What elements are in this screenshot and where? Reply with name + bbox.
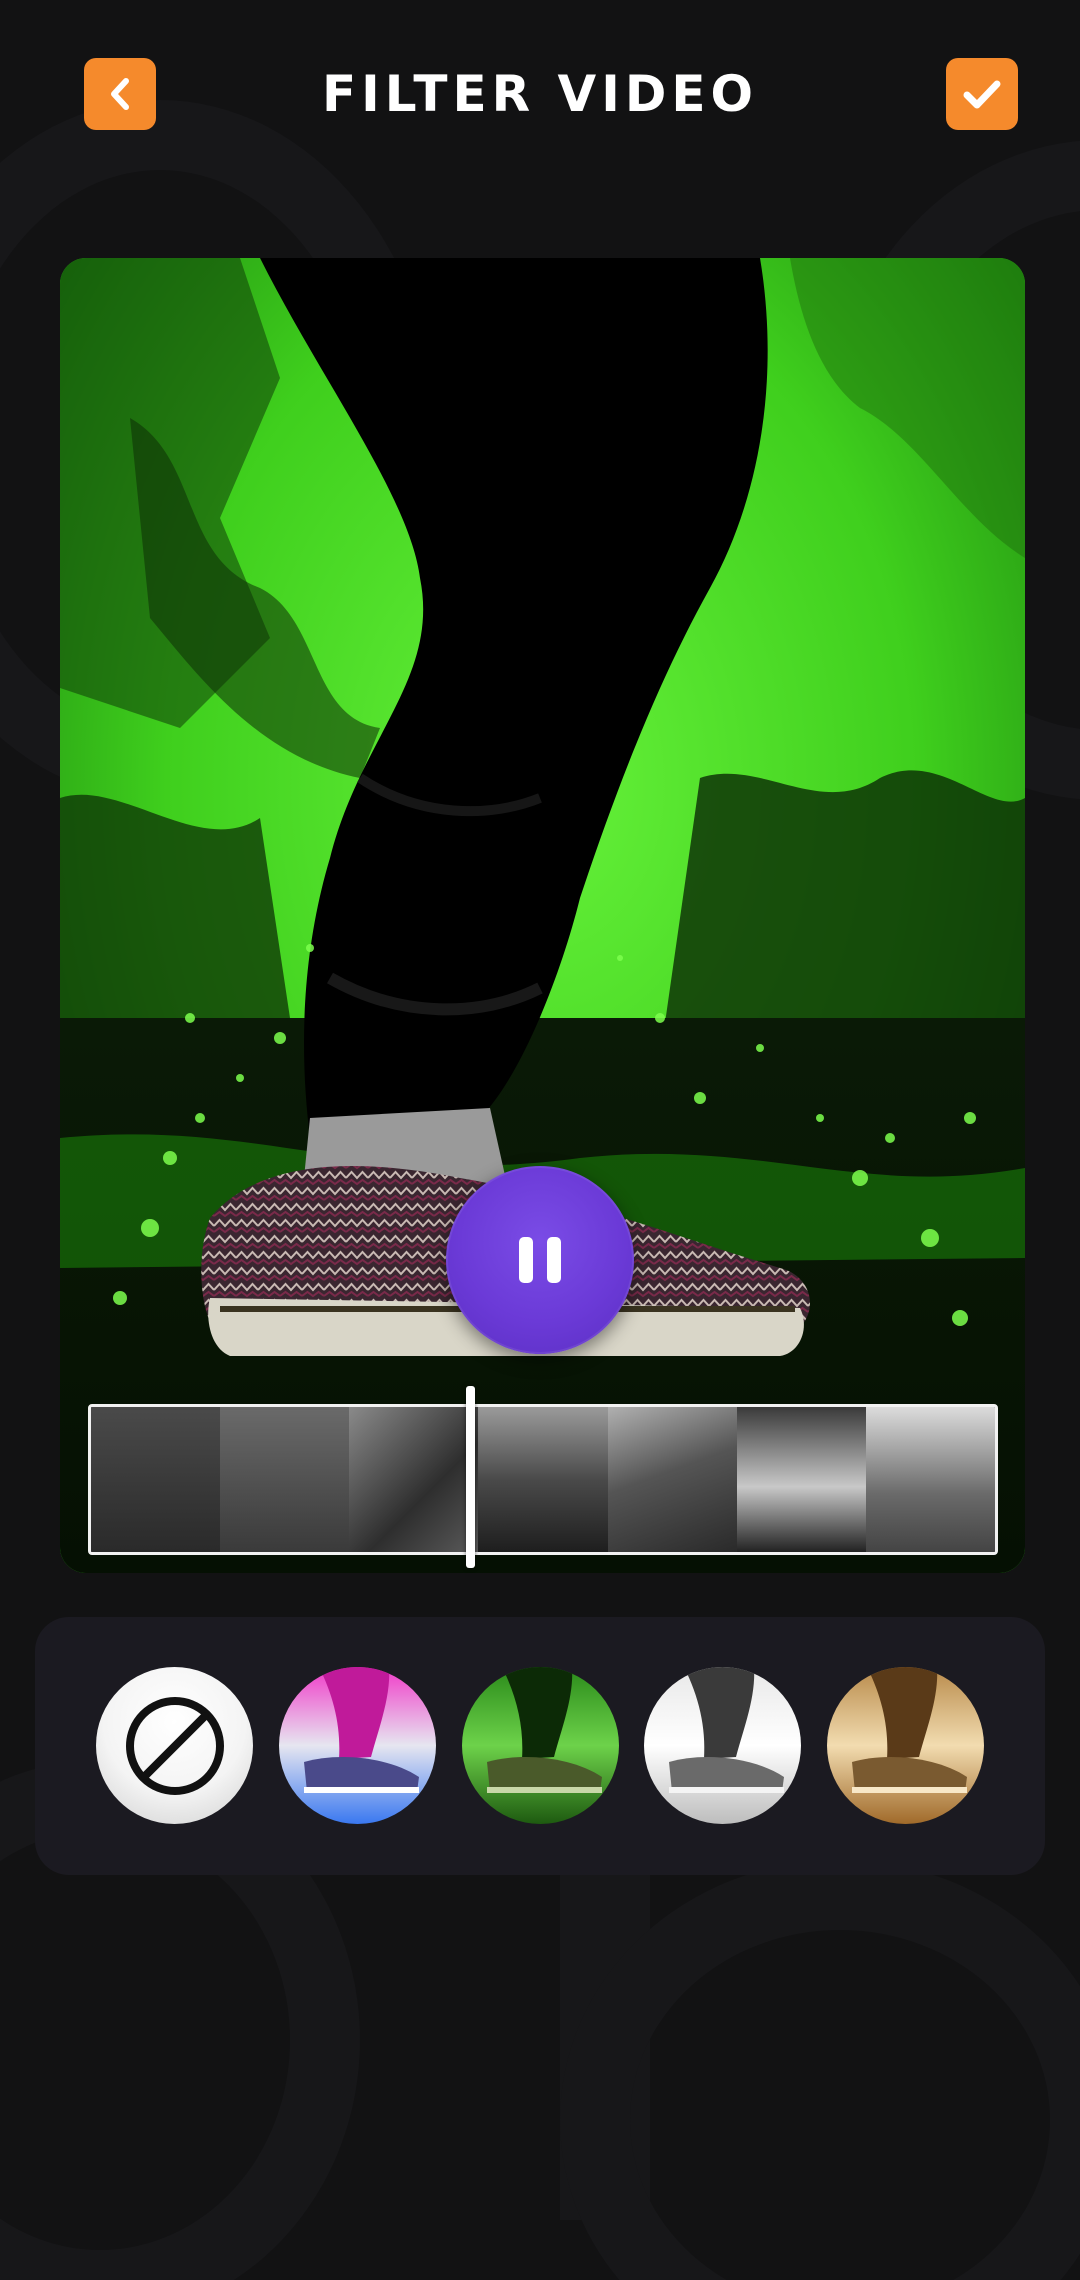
- timeline-playhead[interactable]: [466, 1386, 475, 1568]
- no-filter-icon: [125, 1696, 224, 1795]
- filter-green[interactable]: [461, 1667, 619, 1824]
- timeline-strip[interactable]: [88, 1404, 998, 1555]
- timeline-frame: [865, 1407, 995, 1552]
- timeline-frame: [349, 1407, 479, 1552]
- timeline-frame: [478, 1407, 608, 1552]
- filter-thumbnail: [827, 1667, 984, 1824]
- page-title: FILTER VIDEO: [322, 65, 758, 123]
- confirm-button[interactable]: [946, 58, 1018, 130]
- pause-icon: [519, 1237, 561, 1283]
- pause-button[interactable]: [446, 1166, 634, 1354]
- video-frame-image: [60, 258, 1025, 1573]
- timeline-frame: [736, 1407, 866, 1552]
- filter-thumbnail: [644, 1667, 802, 1824]
- filter-pink-blue[interactable]: [278, 1667, 436, 1824]
- filter-sepia[interactable]: [827, 1667, 984, 1824]
- timeline-frame: [607, 1407, 737, 1552]
- chevron-left-icon: [111, 78, 129, 110]
- filter-black-white[interactable]: [644, 1667, 802, 1824]
- timeline-frame: [220, 1407, 350, 1552]
- filter-thumbnail: [461, 1667, 619, 1824]
- timeline-frame: [91, 1407, 221, 1552]
- back-button[interactable]: [84, 58, 156, 130]
- filter-thumbnail: [278, 1667, 436, 1824]
- filter-none[interactable]: [96, 1667, 253, 1824]
- filter-tray: [35, 1617, 1045, 1875]
- video-preview[interactable]: [60, 258, 1025, 1573]
- check-icon: [963, 80, 1001, 109]
